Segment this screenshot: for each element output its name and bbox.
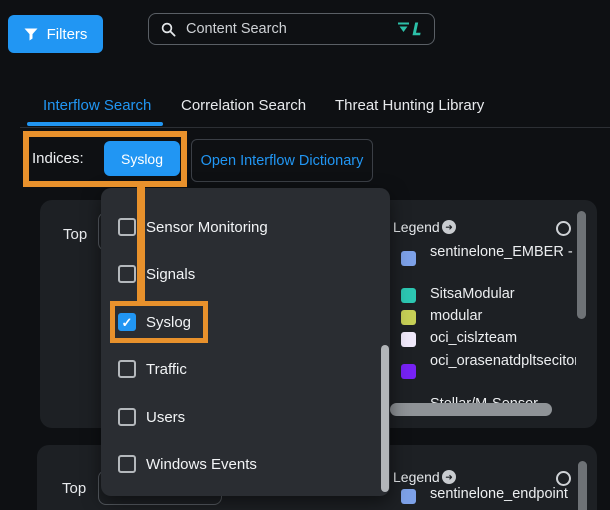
legend-item-label[interactable]: oci_cislzteam [430,330,576,346]
legend-swatch[interactable] [401,364,416,379]
legend-swatch[interactable] [401,288,416,303]
indices-dropdown: ✓ Sensor Monitoring ✓ Signals ✓ Syslog ✓… [101,188,390,496]
legend-swatch[interactable] [401,332,416,347]
legend-swatch[interactable] [401,251,416,266]
checkbox-unchecked[interactable]: ✓ [118,265,136,283]
dropdown-scrollbar[interactable] [381,345,389,492]
checkbox-unchecked[interactable]: ✓ [118,360,136,378]
legend-title: Legend [393,469,440,485]
legend-item-label[interactable]: sentinelone_EMBER - S [430,244,576,260]
legend-circle-icon[interactable] [556,221,571,236]
search-icon [161,22,176,37]
tabs-divider [20,127,610,128]
dropdown-option-signals[interactable]: ✓ Signals [101,251,390,297]
filter-funnel-icon [24,28,38,41]
checkbox-unchecked[interactable]: ✓ [118,218,136,236]
filters-button[interactable]: Filters [8,15,103,53]
filters-button-label: Filters [47,26,88,43]
content-search-box[interactable] [148,13,435,45]
legend-item-label[interactable]: oci_orasenatdpltsecitom [430,353,576,369]
legend-title: Legend [393,219,440,235]
dropdown-option-traffic[interactable]: ✓ Traffic [101,346,390,392]
selected-index-chip[interactable]: Syslog [104,141,180,176]
dropdown-option-syslog[interactable]: ✓ Syslog [101,299,390,345]
active-tab-underline [27,122,163,126]
interflow-search-page: Filters Interflow Search Correlation Sea… [0,0,610,510]
legend-move-icon[interactable]: ➜ [442,220,456,234]
legend-vertical-scrollbar[interactable] [578,461,587,510]
legend-swatch[interactable] [401,489,416,504]
top-n-label: Top [63,226,87,243]
legend-circle-icon[interactable] [556,471,571,486]
legend-vertical-scrollbar[interactable] [577,211,586,319]
dropdown-option-windows-events[interactable]: ✓ Windows Events [101,441,390,487]
indices-label: Indices: [32,150,84,167]
dropdown-option-users[interactable]: ✓ Users [101,394,390,440]
legend-item-label[interactable]: sentinelone_endpoint [430,486,576,502]
checkbox-unchecked[interactable]: ✓ [118,455,136,473]
legend-item-label[interactable]: modular [430,308,576,324]
content-search-input[interactable] [184,20,397,38]
tab-interflow-search[interactable]: Interflow Search [43,97,151,114]
check-icon: ✓ [122,316,133,329]
tab-correlation-search[interactable]: Correlation Search [181,97,306,114]
open-interflow-dictionary-button[interactable]: Open Interflow Dictionary [191,139,373,182]
chart-horizontal-scrollbar[interactable] [390,403,552,416]
tab-threat-hunting-library[interactable]: Threat Hunting Library [335,97,484,114]
checkbox-checked[interactable]: ✓ [118,313,136,331]
legend-move-icon[interactable]: ➜ [442,470,456,484]
legend-swatch[interactable] [401,310,416,325]
top-n-label: Top [62,480,86,497]
lucene-toggle-icon[interactable] [397,21,422,37]
legend-item-label[interactable]: SitsaModular [430,286,576,302]
checkbox-unchecked[interactable]: ✓ [118,408,136,426]
dropdown-option-sensor-monitoring[interactable]: ✓ Sensor Monitoring [101,204,390,250]
